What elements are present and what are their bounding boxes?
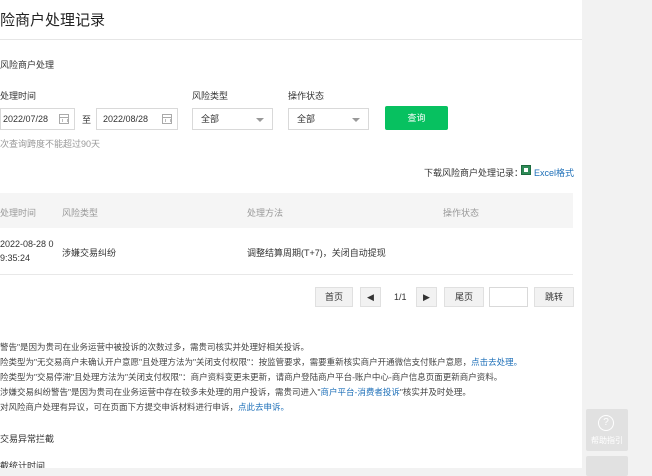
triangle-right-icon: ▶ — [423, 292, 430, 302]
chevron-down-icon — [256, 118, 264, 122]
appeal-link[interactable]: 点此去申诉。 — [238, 402, 289, 412]
section-title: 风险商户处理 — [0, 60, 55, 70]
status-label: 操作状态 — [288, 91, 325, 101]
status-value: 全部 — [297, 114, 316, 124]
triangle-left-icon: ◀ — [367, 292, 374, 302]
calendar-icon[interactable] — [59, 114, 69, 124]
date-end-input[interactable]: 2022/08/28 — [96, 108, 178, 130]
page-jump-input[interactable] — [489, 287, 528, 307]
jump-button[interactable]: 跳转 — [534, 287, 574, 307]
status-select[interactable]: 全部 — [288, 108, 369, 130]
table-header: 处理时间 风险类型 处理方法 操作状态 — [0, 193, 573, 228]
header-risk-type: 风险类型 — [62, 208, 99, 218]
title-divider — [0, 39, 582, 40]
note-line: 涉嫌交易纠纷警告"是因为贵司在业务运营中存在较多未处理的用户投诉，需贵司进入"商… — [0, 387, 471, 397]
page-title: 险商户处理记录 — [0, 12, 106, 29]
section2-title: 交易异常拦截 — [0, 434, 55, 444]
complaint-link[interactable]: 商户平台-消费者投诉 — [321, 387, 400, 397]
header-method: 处理方法 — [247, 208, 284, 218]
date-separator: 至 — [82, 115, 92, 125]
first-page-button[interactable]: 首页 — [315, 287, 353, 307]
section2-subtitle: 截统计时间 — [0, 461, 46, 468]
query-tip: 次查询跨度不能超过90天 — [0, 139, 101, 149]
main-card: 险商户处理记录 风险商户处理 处理时间 2022/07/28 至 2022/08… — [0, 0, 582, 468]
chevron-down-icon — [352, 118, 360, 122]
note-line: 险类型为"交易停滞"且处理方法为"关闭支付权限"：商户资料变更未更新，请商户登陆… — [0, 372, 503, 382]
note-line: 对风险商户处理有异议，可在页面下方提交申诉材料进行申诉，点此去申诉。 — [0, 402, 290, 412]
calendar-icon[interactable] — [162, 114, 172, 124]
risk-type-select[interactable]: 全部 — [192, 108, 273, 130]
note-line: 警告"是因为贵司在业务运营中被投诉的次数过多，需贵司核实并处理好相关投诉。 — [0, 342, 310, 352]
header-time: 处理时间 — [0, 208, 37, 218]
query-button[interactable]: 查询 — [385, 106, 448, 130]
feedback-button[interactable] — [586, 456, 628, 476]
prev-page-button[interactable]: ◀ — [360, 287, 381, 307]
row-time-line2: 9:35:24 — [0, 253, 31, 263]
excel-download-link[interactable]: Excel格式 — [534, 166, 574, 179]
date-start-input[interactable]: 2022/07/28 — [0, 108, 75, 130]
help-guide-label: 帮助指引 — [591, 436, 623, 445]
last-page-button[interactable]: 尾页 — [444, 287, 484, 307]
excel-icon[interactable] — [521, 165, 531, 175]
download-label: 下载风险商户处理记录： — [424, 168, 524, 178]
date-start-value: 2022/07/28 — [3, 114, 49, 124]
next-page-button[interactable]: ▶ — [416, 287, 437, 307]
notes-list: 警告"是因为贵司在业务运营中被投诉的次数过多，需贵司核实并处理好相关投诉。 险类… — [0, 340, 522, 415]
date-end-value: 2022/08/28 — [103, 114, 149, 124]
note-line: 险类型为"无交易商户未确认开户意愿"且处理方法为"关闭支付权限"：按监管要求，需… — [0, 357, 523, 367]
header-status: 操作状态 — [443, 208, 480, 218]
help-guide-button[interactable]: ? 帮助指引 — [586, 409, 628, 451]
row-method: 调整结算周期(T+7)，关闭自动提现 — [247, 248, 386, 258]
time-label: 处理时间 — [0, 91, 37, 101]
row-time-line1: 2022-08-28 0 — [0, 239, 54, 249]
risk-type-value: 全部 — [201, 114, 220, 124]
go-handle-link[interactable]: 点击去处理。 — [471, 357, 522, 367]
help-circle-icon: ? — [598, 415, 614, 431]
risk-type-label: 风险类型 — [192, 91, 229, 101]
page-indicator: 1/1 — [394, 292, 407, 302]
row-divider — [0, 274, 573, 275]
row-risk-type: 涉嫌交易纠纷 — [62, 248, 117, 258]
